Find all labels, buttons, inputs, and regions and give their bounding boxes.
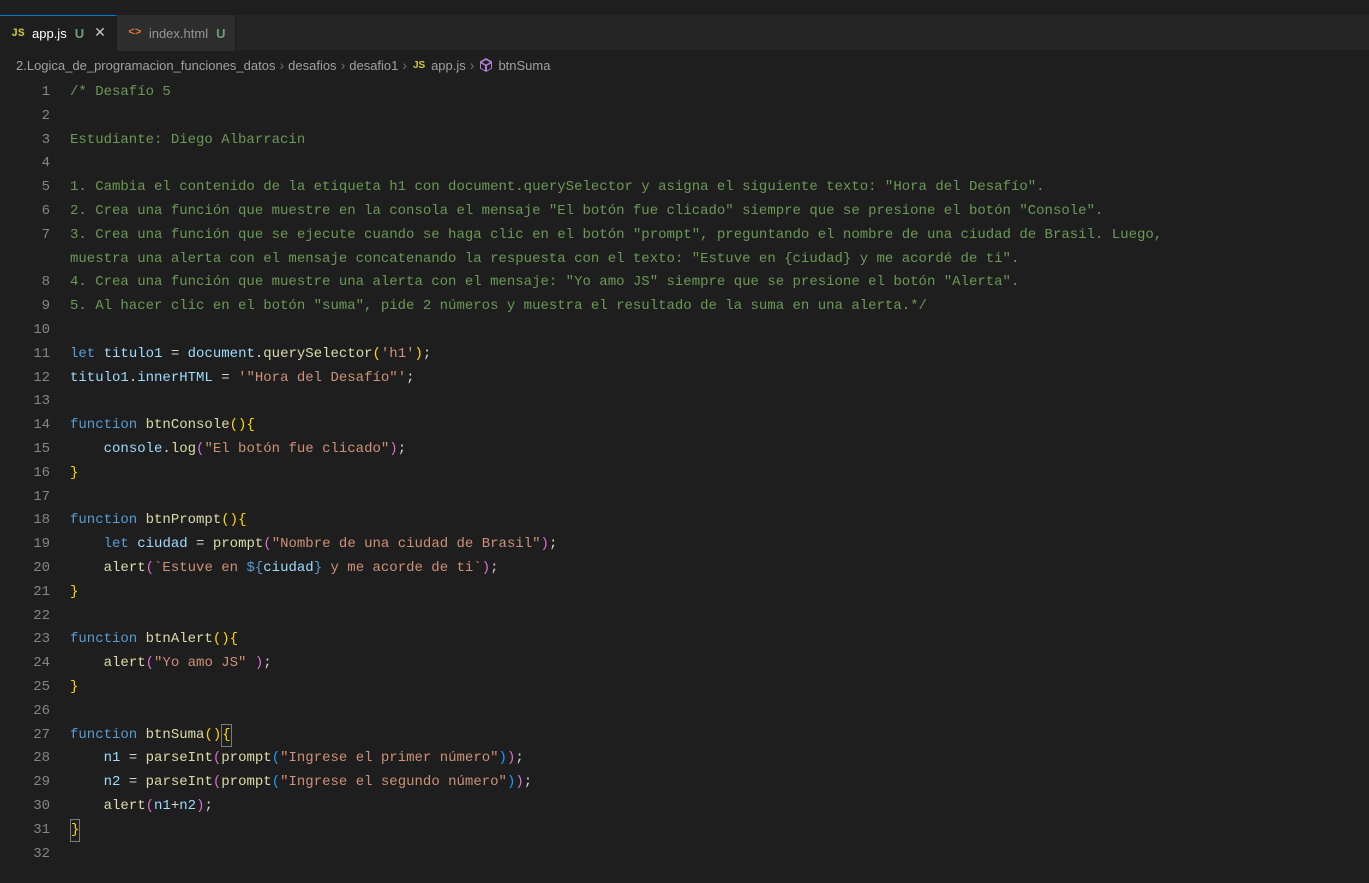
- code-line[interactable]: n2 = parseInt(prompt("Ingrese el segundo…: [70, 771, 1369, 795]
- tabs-container: JS app.js U ✕ <> index.html U: [0, 15, 1369, 51]
- chevron-right-icon: ›: [279, 57, 284, 73]
- line-number: 19: [0, 533, 50, 557]
- code-line[interactable]: }: [70, 819, 1369, 843]
- code-line[interactable]: [70, 319, 1369, 343]
- chevron-right-icon: ›: [470, 57, 475, 73]
- code-line[interactable]: }: [70, 581, 1369, 605]
- code-line[interactable]: Estudiante: Diego Albarracin: [70, 129, 1369, 153]
- line-number: 7: [0, 224, 50, 248]
- line-number: 8: [0, 271, 50, 295]
- line-number: 17: [0, 486, 50, 510]
- code-line[interactable]: let ciudad = prompt("Nombre de una ciuda…: [70, 533, 1369, 557]
- tab-label: index.html: [149, 26, 208, 41]
- line-number: 29: [0, 771, 50, 795]
- line-number: 20: [0, 557, 50, 581]
- line-number: 28: [0, 747, 50, 771]
- breadcrumb-folder[interactable]: 2.Logica_de_programacion_funciones_datos: [16, 58, 275, 73]
- code-line[interactable]: 5. Al hacer clic en el botón "suma", pid…: [70, 295, 1369, 319]
- code-line[interactable]: titulo1.innerHTML = '"Hora del Desafío"'…: [70, 367, 1369, 391]
- line-number: 23: [0, 628, 50, 652]
- code-line[interactable]: [70, 843, 1369, 867]
- line-number: 2: [0, 105, 50, 129]
- line-number: 31: [0, 819, 50, 843]
- method-icon: [478, 57, 494, 73]
- line-number: 10: [0, 319, 50, 343]
- line-number: 21: [0, 581, 50, 605]
- html-file-icon: <>: [127, 25, 143, 41]
- code-line[interactable]: alert(`Estuve en ${ciudad} y me acorde d…: [70, 557, 1369, 581]
- code-line[interactable]: alert(n1+n2);: [70, 795, 1369, 819]
- chevron-right-icon: ›: [402, 57, 407, 73]
- breadcrumb-file-label: app.js: [431, 58, 466, 73]
- tab-index-html[interactable]: <> index.html U: [117, 15, 237, 51]
- line-number: 3: [0, 129, 50, 153]
- line-number: [0, 248, 50, 272]
- line-number: 15: [0, 438, 50, 462]
- line-number: 22: [0, 605, 50, 629]
- line-number: 9: [0, 295, 50, 319]
- code-line[interactable]: function btnAlert(){: [70, 628, 1369, 652]
- titlebar: [0, 0, 1369, 15]
- line-number: 5: [0, 176, 50, 200]
- code-line[interactable]: 4. Crea una función que muestre una aler…: [70, 271, 1369, 295]
- code-line[interactable]: [70, 105, 1369, 129]
- breadcrumb-folder[interactable]: desafios: [288, 58, 336, 73]
- line-number: 1: [0, 81, 50, 105]
- code-line[interactable]: alert("Yo amo JS" );: [70, 652, 1369, 676]
- tab-modified-indicator: U: [75, 26, 84, 41]
- tab-modified-indicator: U: [216, 26, 225, 41]
- code-line[interactable]: 2. Crea una función que muestre en la co…: [70, 200, 1369, 224]
- code-line[interactable]: 1. Cambia el contenido de la etiqueta h1…: [70, 176, 1369, 200]
- line-number: 14: [0, 414, 50, 438]
- editor[interactable]: 1234567891011121314151617181920212223242…: [0, 79, 1369, 883]
- code-line[interactable]: [70, 700, 1369, 724]
- line-number: 26: [0, 700, 50, 724]
- line-number: 25: [0, 676, 50, 700]
- tab-label: app.js: [32, 26, 67, 41]
- line-number: 11: [0, 343, 50, 367]
- breadcrumb-folder[interactable]: desafio1: [349, 58, 398, 73]
- code-line[interactable]: function btnConsole(){: [70, 414, 1369, 438]
- code-line[interactable]: [70, 152, 1369, 176]
- tab-app-js[interactable]: JS app.js U ✕: [0, 15, 117, 51]
- js-file-icon: JS: [10, 26, 26, 42]
- breadcrumb-file[interactable]: JS app.js: [411, 57, 466, 73]
- line-number: 30: [0, 795, 50, 819]
- code-line[interactable]: }: [70, 676, 1369, 700]
- code-line[interactable]: muestra una alerta con el mensaje concat…: [70, 248, 1369, 272]
- chevron-right-icon: ›: [341, 57, 346, 73]
- line-number: 4: [0, 152, 50, 176]
- line-number: 18: [0, 509, 50, 533]
- code-line[interactable]: [70, 390, 1369, 414]
- code-line[interactable]: let titulo1 = document.querySelector('h1…: [70, 343, 1369, 367]
- code-line[interactable]: }: [70, 462, 1369, 486]
- line-number: 32: [0, 843, 50, 867]
- line-number: 13: [0, 390, 50, 414]
- code-line[interactable]: 3. Crea una función que se ejecute cuand…: [70, 224, 1369, 248]
- code-line[interactable]: [70, 605, 1369, 629]
- breadcrumb: 2.Logica_de_programacion_funciones_datos…: [0, 51, 1369, 79]
- line-number: 24: [0, 652, 50, 676]
- line-numbers-gutter: 1234567891011121314151617181920212223242…: [0, 79, 70, 883]
- code-line[interactable]: console.log("El botón fue clicado");: [70, 438, 1369, 462]
- js-file-icon: JS: [411, 57, 427, 73]
- breadcrumb-symbol[interactable]: btnSuma: [478, 57, 550, 73]
- code-line[interactable]: function btnSuma(){: [70, 724, 1369, 748]
- line-number: 12: [0, 367, 50, 391]
- breadcrumb-symbol-label: btnSuma: [498, 58, 550, 73]
- line-number: 6: [0, 200, 50, 224]
- line-number: 27: [0, 724, 50, 748]
- close-icon[interactable]: ✕: [94, 25, 106, 42]
- code-line[interactable]: /* Desafío 5: [70, 81, 1369, 105]
- code-area[interactable]: /* Desafío 5 Estudiante: Diego Albarracin…: [70, 79, 1369, 883]
- code-line[interactable]: n1 = parseInt(prompt("Ingrese el primer …: [70, 747, 1369, 771]
- code-line[interactable]: function btnPrompt(){: [70, 509, 1369, 533]
- line-number: 16: [0, 462, 50, 486]
- code-line[interactable]: [70, 486, 1369, 510]
